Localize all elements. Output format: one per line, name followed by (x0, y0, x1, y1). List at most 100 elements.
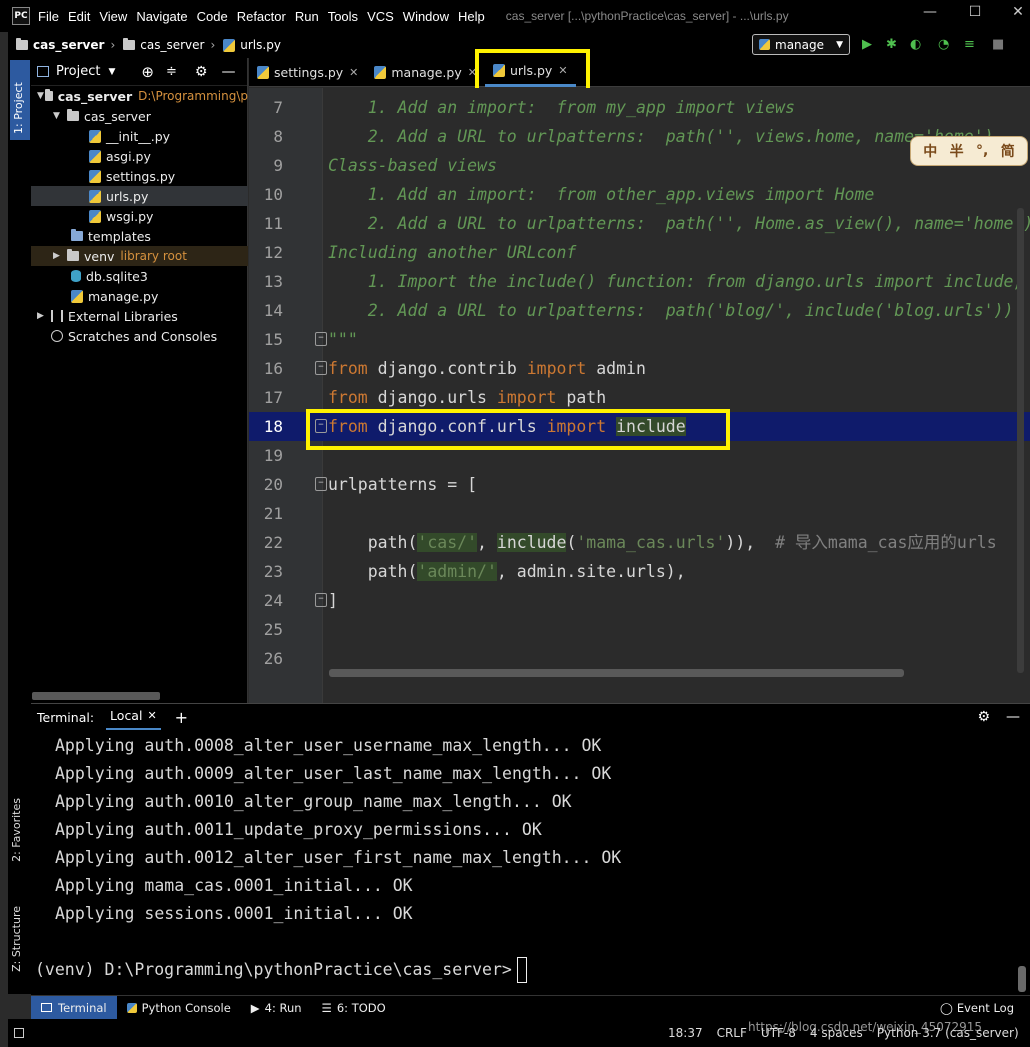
editor-vertical-scrollbar[interactable] (1017, 208, 1024, 673)
menu-run[interactable]: Run (295, 9, 319, 24)
code-line[interactable]: 15 − """ (249, 325, 1030, 354)
fold-icon[interactable]: − (315, 593, 327, 607)
caret-position[interactable]: 18:37 (668, 1026, 703, 1040)
tree-item-settings-py[interactable]: settings.py (31, 166, 248, 186)
line-number: 22 (263, 533, 283, 552)
tree-item-project-root[interactable]: ▼ cas_server D:\Programming\p (31, 86, 248, 106)
tool-tab-label: Terminal (58, 1000, 107, 1015)
fold-icon[interactable]: − (315, 332, 327, 346)
stop-icon[interactable]: ■ (992, 37, 1004, 52)
code-line[interactable]: 14 2. Add a URL to urlpatterns: path('bl… (249, 296, 1030, 325)
code-line[interactable]: 17 from django.urls import path (249, 383, 1030, 412)
terminal-tab-local[interactable]: Local ✕ (106, 704, 161, 731)
menu-help[interactable]: Help (458, 9, 485, 24)
menu-file[interactable]: File (38, 9, 59, 24)
chevron-down-icon: ▼ (37, 91, 44, 101)
ime-simplified-icon[interactable]: 简 (1001, 141, 1015, 161)
ime-toolbar[interactable]: 中 半 °, 简 (910, 136, 1028, 166)
menu-tools[interactable]: Tools (328, 9, 358, 24)
tool-tab-run[interactable]: ▶ 4: Run (241, 996, 312, 1020)
close-window-button[interactable]: ✕ (1008, 4, 1028, 20)
ime-punct-icon[interactable]: °, (976, 143, 988, 159)
terminal-vertical-scrollbar[interactable] (1018, 966, 1026, 992)
ime-width-icon[interactable]: 半 (950, 141, 964, 161)
debug-icon[interactable]: ✱ (886, 37, 897, 52)
tree-item-templates[interactable]: templates (31, 226, 248, 246)
code-editor[interactable]: 7 1. Add an import: from my_app import v… (249, 88, 1030, 703)
chevron-down-icon[interactable]: ▼ (108, 67, 115, 77)
gear-icon[interactable]: ⚙ (195, 64, 208, 80)
tool-tab-python-console[interactable]: Python Console (117, 996, 241, 1020)
code-line[interactable]: 7 1. Add an import: from my_app import v… (249, 93, 1030, 122)
tree-item-external-libraries[interactable]: ▶ External Libraries (31, 306, 248, 326)
code-line[interactable]: 13 1. Import the include() function: fro… (249, 267, 1030, 296)
collapse-all-icon[interactable]: ≑ (166, 64, 177, 79)
menu-edit[interactable]: Edit (68, 9, 90, 24)
menu-navigate[interactable]: Navigate (136, 9, 187, 24)
code-line[interactable]: 20 − urlpatterns = [ (249, 470, 1030, 499)
new-terminal-icon[interactable]: + (175, 708, 188, 727)
favorites-tool-tab[interactable]: 2: Favorites (10, 798, 23, 862)
tree-item-urls-py[interactable]: urls.py (31, 186, 248, 206)
menu-refactor[interactable]: Refactor (237, 9, 286, 24)
code-text: """ (328, 330, 358, 349)
maximize-button[interactable]: ☐ (965, 4, 985, 20)
breadcrumb-package[interactable]: cas_server › (123, 38, 215, 52)
line-number: 14 (263, 301, 283, 320)
menu-view[interactable]: View (99, 9, 127, 24)
tree-item-label: urls.py (106, 188, 149, 204)
tool-tab-todo[interactable]: ☰ 6: TODO (312, 996, 396, 1020)
minimize-button[interactable]: — (920, 4, 940, 20)
menu-vcs[interactable]: VCS (367, 9, 394, 24)
code-line[interactable]: 16 − from django.contrib import admin (249, 354, 1030, 383)
close-tab-icon[interactable]: ✕ (349, 66, 358, 79)
run-icon[interactable]: ▶ (862, 37, 872, 52)
menu-window[interactable]: Window (403, 9, 449, 24)
gear-icon[interactable]: ⚙ (977, 709, 990, 725)
annotation-box-import (306, 409, 730, 450)
code-line[interactable]: 11 2. Add a URL to urlpatterns: path('',… (249, 209, 1030, 238)
tree-item-venv[interactable]: ▶ venv library root (31, 246, 248, 266)
fold-icon[interactable]: − (315, 477, 327, 491)
code-line[interactable]: 12 Including another URLconf (249, 238, 1030, 267)
code-line[interactable]: 23 path('admin/', admin.site.urls), (249, 557, 1030, 586)
tree-item-manage-py[interactable]: manage.py (31, 286, 248, 306)
coverage-icon[interactable]: ◐ (910, 37, 921, 52)
tree-item-cas-server-package[interactable]: ▼ cas_server (31, 106, 248, 126)
hide-panel-icon[interactable]: — (221, 64, 235, 80)
editor-horizontal-scrollbar[interactable] (329, 669, 904, 677)
project-panel-title[interactable]: Project (56, 64, 100, 79)
code-comment: # 导入mama_cas应用的urls (775, 533, 997, 552)
concurrency-icon[interactable]: ≡ (964, 37, 975, 52)
tree-item-db-sqlite3[interactable]: db.sqlite3 (31, 266, 248, 286)
code-line[interactable]: 25 (249, 615, 1030, 644)
code-line[interactable]: 10 1. Add an import: from other_app.view… (249, 180, 1030, 209)
close-tab-icon[interactable]: ✕ (147, 709, 156, 722)
code-line[interactable]: 21 (249, 499, 1030, 528)
fold-icon[interactable]: − (315, 361, 327, 375)
hide-panel-icon[interactable]: — (1006, 709, 1020, 725)
line-separator[interactable]: CRLF (717, 1026, 747, 1040)
run-config-select[interactable]: manage ▼ (752, 34, 850, 55)
tab-settings-py[interactable]: settings.py ✕ (249, 58, 366, 87)
tree-item-scratches[interactable]: Scratches and Consoles (31, 326, 248, 346)
tree-item-wsgi-py[interactable]: wsgi.py (31, 206, 248, 226)
breadcrumb-file[interactable]: urls.py (223, 38, 281, 52)
profile-icon[interactable]: ◔ (938, 37, 949, 52)
tree-item-init-py[interactable]: __init__.py (31, 126, 248, 146)
breadcrumb-project[interactable]: cas_server › (16, 38, 115, 52)
event-log-button[interactable]: ◯ Event Log (930, 996, 1024, 1020)
tab-manage-py[interactable]: manage.py ✕ (366, 58, 485, 87)
menu-code[interactable]: Code (197, 9, 228, 24)
terminal-output[interactable]: Applying auth.0008_alter_user_username_m… (31, 730, 1030, 995)
code-line[interactable]: 24 −] (249, 586, 1030, 615)
tree-item-asgi-py[interactable]: asgi.py (31, 146, 248, 166)
structure-tool-tab[interactable]: Z: Structure (10, 906, 23, 972)
toggle-tool-windows-icon[interactable] (14, 1028, 24, 1038)
project-horizontal-scrollbar[interactable] (32, 692, 160, 700)
ime-mode-icon[interactable]: 中 (923, 141, 937, 161)
code-line[interactable]: 22 path('cas/', include('mama_cas.urls')… (249, 528, 1030, 557)
project-tool-tab[interactable]: 1: Project (10, 60, 30, 140)
locate-icon[interactable]: ⊕ (141, 63, 154, 81)
tool-tab-terminal[interactable]: Terminal (31, 995, 117, 1020)
